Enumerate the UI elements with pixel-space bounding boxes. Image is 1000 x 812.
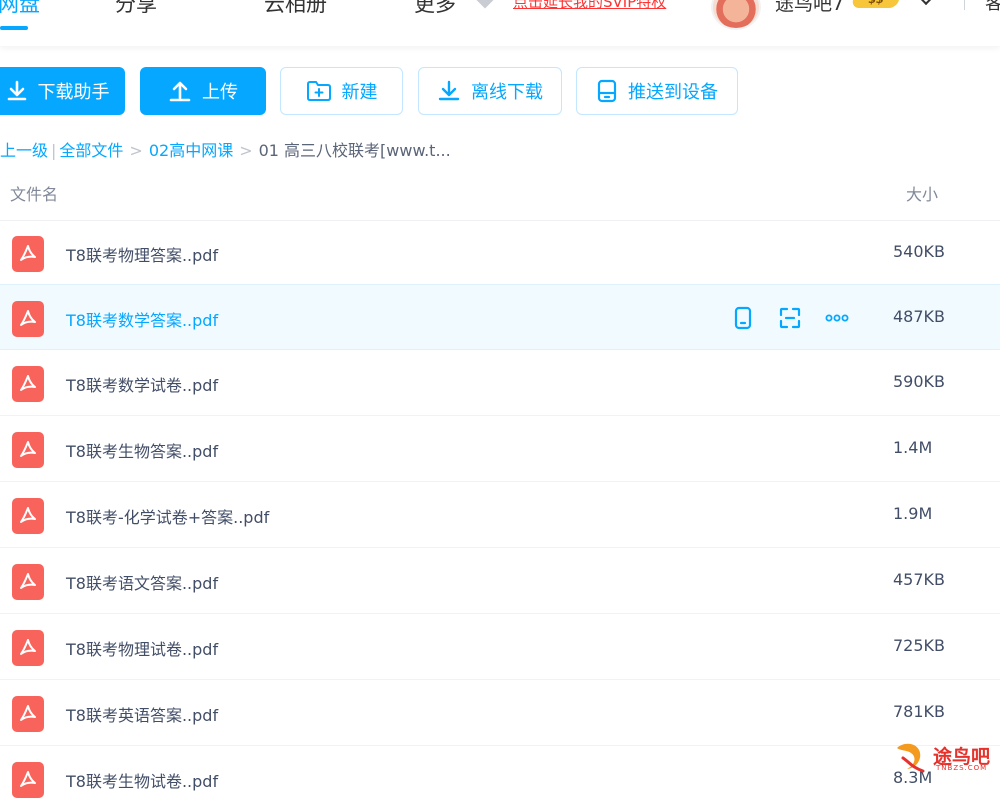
pdf-file-icon [12, 301, 44, 337]
file-row[interactable]: T8联考物理试卷..pdf 725KB [0, 614, 1000, 680]
nav-tab-more[interactable]: 更多 [414, 0, 456, 18]
upload-button[interactable]: 上传 [140, 67, 266, 115]
breadcrumb-current: 01 高三八校联考[www.t... [258, 141, 451, 160]
bird-logo-icon [897, 743, 925, 773]
column-header-size[interactable]: 大小 [906, 181, 938, 205]
breadcrumb-back[interactable]: 返回上一级 [0, 141, 48, 160]
device-icon [597, 79, 617, 103]
file-name[interactable]: T8联考生物答案..pdf [66, 438, 218, 462]
watermark-logo: 途鸟吧 TNBZS.COM [893, 738, 999, 776]
pdf-file-icon [12, 366, 44, 402]
pdf-file-icon [12, 432, 44, 468]
file-size: 457KB [893, 570, 946, 589]
breadcrumb-separator: > [239, 141, 253, 160]
vip-badge: $$ [851, 0, 901, 8]
file-name[interactable]: T8联考物理答案..pdf [66, 242, 218, 266]
upload-icon [169, 81, 191, 102]
pdf-file-icon [12, 696, 44, 732]
download-helper-button[interactable]: 下载助手 [0, 67, 125, 115]
push-to-device-label: 推送到设备 [628, 82, 718, 103]
offline-download-icon [438, 80, 460, 101]
file-name[interactable]: T8联考物理试卷..pdf [66, 636, 218, 660]
breadcrumb-separator: > [129, 141, 143, 160]
file-size: 487KB [893, 307, 946, 326]
breadcrumb: 返回上一级|全部文件 >02高中网课 >01 高三八校联考[www.t... [0, 137, 451, 161]
file-row[interactable]: T8联考英语答案..pdf 781KB [0, 680, 1000, 746]
nav-client-link[interactable]: 客 [985, 0, 1000, 15]
pdf-file-icon [12, 630, 44, 666]
file-name[interactable]: T8联考生物试卷..pdf [66, 768, 218, 792]
nav-divider [964, 0, 965, 10]
svip-promo-link[interactable]: 点击延长我的SVIP特权 [513, 0, 666, 12]
file-size: 1.4M [893, 438, 933, 457]
file-size: 781KB [893, 702, 946, 721]
column-header-name[interactable]: 文件名 [10, 181, 58, 205]
breadcrumb-divider: | [51, 141, 57, 160]
nav-tab-netdisk[interactable]: 网盘 [0, 0, 40, 18]
file-row[interactable]: T8联考物理答案..pdf 540KB [0, 220, 1000, 286]
file-row[interactable]: T8联考生物试卷..pdf 8.3M [0, 746, 1000, 812]
watermark-subtext: TNBZS.COM [936, 764, 988, 772]
pdf-file-icon [12, 498, 44, 534]
file-size: 540KB [893, 242, 946, 261]
breadcrumb-all-files[interactable]: 全部文件 [59, 141, 123, 160]
breadcrumb-folder[interactable]: 02高中网课 [149, 141, 233, 160]
file-size: 1.9M [893, 504, 933, 523]
scan-icon[interactable] [778, 306, 802, 330]
offline-download-label: 离线下载 [471, 82, 543, 103]
nav-tab-share[interactable]: 分享 [115, 0, 157, 18]
file-name[interactable]: T8联考英语答案..pdf [66, 702, 218, 726]
new-folder-icon [306, 81, 331, 101]
phone-icon[interactable] [731, 306, 755, 330]
new-folder-label: 新建 [341, 82, 378, 103]
file-name[interactable]: T8联考语文答案..pdf [66, 570, 218, 594]
more-dropdown-icon[interactable] [476, 0, 494, 9]
chevron-down-icon[interactable] [918, 0, 934, 6]
avatar[interactable] [711, 0, 761, 30]
file-row[interactable]: T8联考-化学试卷+答案..pdf 1.9M [0, 482, 1000, 548]
offline-download-button[interactable]: 离线下载 [418, 67, 562, 115]
file-name[interactable]: T8联考-化学试卷+答案..pdf [66, 504, 269, 528]
nav-tab-album[interactable]: 云相册 [264, 0, 327, 18]
pdf-file-icon [12, 236, 44, 272]
file-name[interactable]: T8联考数学试卷..pdf [66, 372, 218, 396]
top-navigation: 网盘 分享 云相册 更多 点击延长我的SVIP特权 途鸟吧7 $$ 客 [0, 0, 1000, 46]
pdf-file-icon [12, 564, 44, 600]
new-folder-button[interactable]: 新建 [280, 67, 403, 115]
file-row-hovered[interactable]: T8联考数学答案..pdf 487KB [0, 284, 1000, 350]
file-row[interactable]: T8联考语文答案..pdf 457KB [0, 548, 1000, 614]
file-row[interactable]: T8联考生物答案..pdf 1.4M [0, 416, 1000, 482]
nav-active-indicator [0, 26, 28, 30]
more-icon[interactable] [825, 306, 849, 330]
file-name[interactable]: T8联考数学答案..pdf [66, 307, 218, 331]
push-to-device-button[interactable]: 推送到设备 [576, 67, 738, 115]
username[interactable]: 途鸟吧7 [775, 0, 844, 16]
upload-label: 上传 [202, 82, 238, 103]
download-icon [7, 80, 26, 101]
file-table-header: 文件名 大小 [0, 176, 1000, 221]
pdf-file-icon [12, 762, 44, 798]
download-helper-label: 下载助手 [37, 82, 110, 103]
file-size: 590KB [893, 372, 946, 391]
file-size: 725KB [893, 636, 946, 655]
file-row[interactable]: T8联考数学试卷..pdf 590KB [0, 350, 1000, 416]
